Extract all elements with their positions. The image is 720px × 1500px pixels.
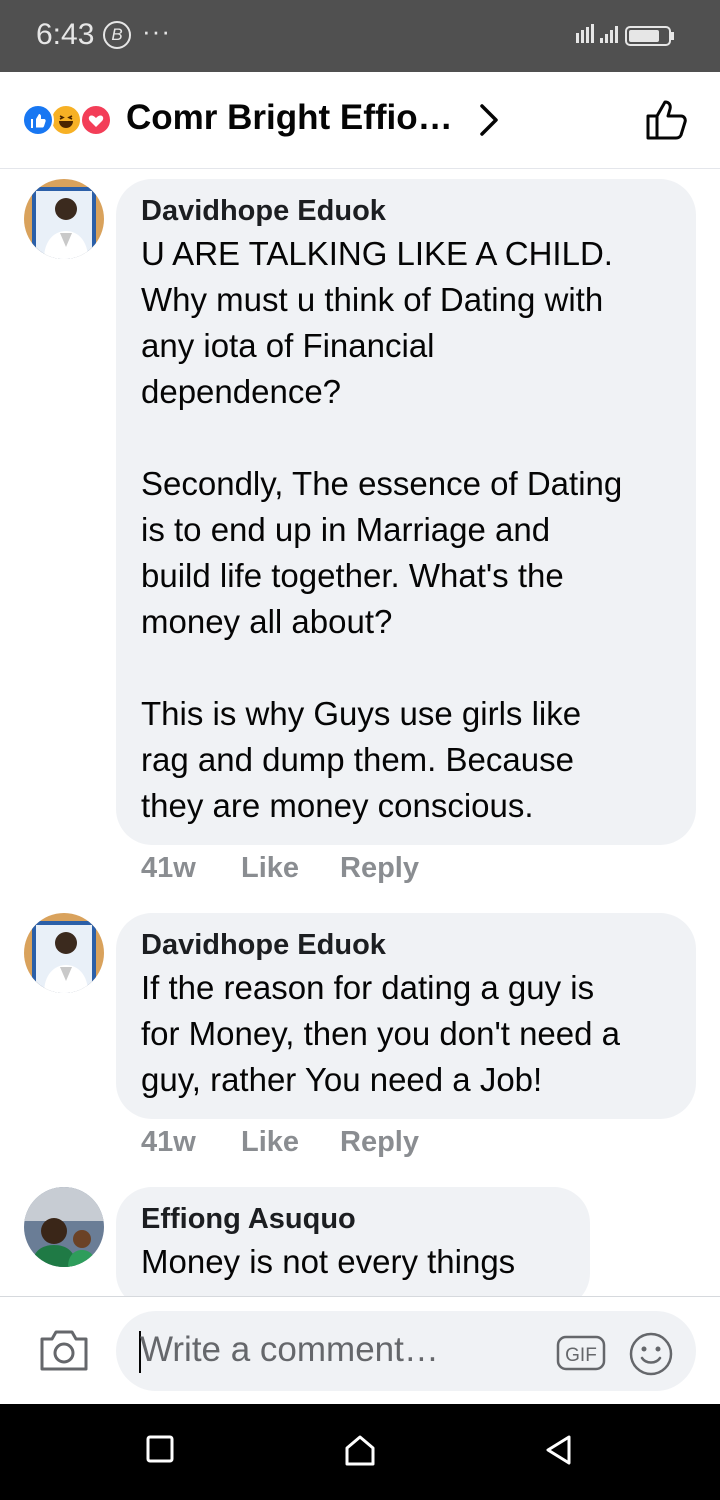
comment-paragraph: Money is not every things xyxy=(141,1239,566,1285)
comment-author[interactable]: Davidhope Eduok xyxy=(141,927,672,963)
chevron-right-icon[interactable] xyxy=(472,102,506,138)
comment-line: money all about? xyxy=(141,603,393,640)
like-link[interactable]: Like xyxy=(241,1126,299,1159)
post-author-title[interactable]: Comr Bright Effio… xyxy=(126,98,453,138)
comment-paragraph: If the reason for dating a guy is for Mo… xyxy=(141,965,672,1103)
comment-paragraph: Secondly, The essence of Dating is to en… xyxy=(141,461,672,645)
thumbs-up-icon[interactable] xyxy=(644,98,690,142)
comment-line: for Money, then you don't need a xyxy=(141,1015,621,1052)
comment-line: rag and dump them. Because xyxy=(141,741,574,778)
comment-line: any iota of Financial xyxy=(141,327,435,364)
like-link[interactable]: Like xyxy=(241,852,299,885)
status-bar: 6:43 B ··· xyxy=(0,0,720,72)
status-time: 6:43 xyxy=(36,18,95,51)
signal-icon xyxy=(576,24,674,46)
comment-author[interactable]: Davidhope Eduok xyxy=(141,193,672,229)
system-navigation-bar xyxy=(0,1404,720,1500)
commenter-avatar[interactable] xyxy=(24,179,104,259)
comment-line: they are money conscious. xyxy=(141,787,534,824)
status-icons xyxy=(576,24,696,53)
recent-apps-icon[interactable] xyxy=(145,1434,175,1464)
camera-icon[interactable] xyxy=(38,1327,90,1373)
b-badge-icon: B xyxy=(103,21,131,49)
comment-line: guy, rather You need a Job! xyxy=(141,1061,543,1098)
comment-line: This is why Guys use girls like xyxy=(141,695,582,732)
reply-link[interactable]: Reply xyxy=(340,852,419,885)
comment-line: Why must u think of Dating with xyxy=(141,281,604,318)
love-reaction-icon xyxy=(80,104,112,136)
comment-bubble[interactable]: Davidhope Eduok If the reason for dating… xyxy=(116,913,696,1119)
comment-bubble[interactable]: Davidhope Eduok U ARE TALKING LIKE A CHI… xyxy=(116,179,696,845)
haha-reaction-icon xyxy=(50,104,82,136)
comment-composer: Write a comment… GIF xyxy=(0,1296,720,1405)
comment-line: dependence? xyxy=(141,373,342,410)
back-icon[interactable] xyxy=(544,1434,574,1466)
gif-label: GIF xyxy=(565,1345,597,1366)
comment-timestamp: 41w xyxy=(141,1126,196,1158)
home-icon[interactable] xyxy=(343,1434,377,1468)
comment-timestamp: 41w xyxy=(141,852,196,884)
more-notifications-icon: ··· xyxy=(142,16,171,46)
emoji-icon[interactable] xyxy=(628,1331,674,1377)
comment-paragraph: U ARE TALKING LIKE A CHILD. Why must u t… xyxy=(141,231,672,415)
post-header[interactable]: Comr Bright Effio… xyxy=(0,72,720,169)
comment-line: build life together. What's the xyxy=(141,557,564,594)
comment-line: is to end up in Marriage and xyxy=(141,511,551,548)
comment-placeholder: Write a comment… xyxy=(140,1330,439,1369)
comment-author[interactable]: Effiong Asuquo xyxy=(141,1201,566,1237)
gif-icon[interactable]: GIF xyxy=(556,1333,606,1373)
like-reaction-icon xyxy=(22,104,54,136)
comment-line: If the reason for dating a guy is xyxy=(141,969,595,1006)
comment-line: Money is not every things xyxy=(141,1243,516,1280)
commenter-avatar[interactable] xyxy=(24,913,104,993)
comment-bubble[interactable]: Effiong Asuquo Money is not every things xyxy=(116,1187,590,1309)
comment-paragraph: This is why Guys use girls like rag and … xyxy=(141,691,672,829)
commenter-avatar[interactable] xyxy=(24,1187,104,1267)
comment-line: U ARE TALKING LIKE A CHILD. xyxy=(141,235,613,272)
comment-line: Secondly, The essence of Dating xyxy=(141,465,623,502)
reaction-icons xyxy=(22,104,122,138)
reply-link[interactable]: Reply xyxy=(340,1126,419,1159)
comment-input[interactable]: Write a comment… GIF xyxy=(116,1311,696,1391)
